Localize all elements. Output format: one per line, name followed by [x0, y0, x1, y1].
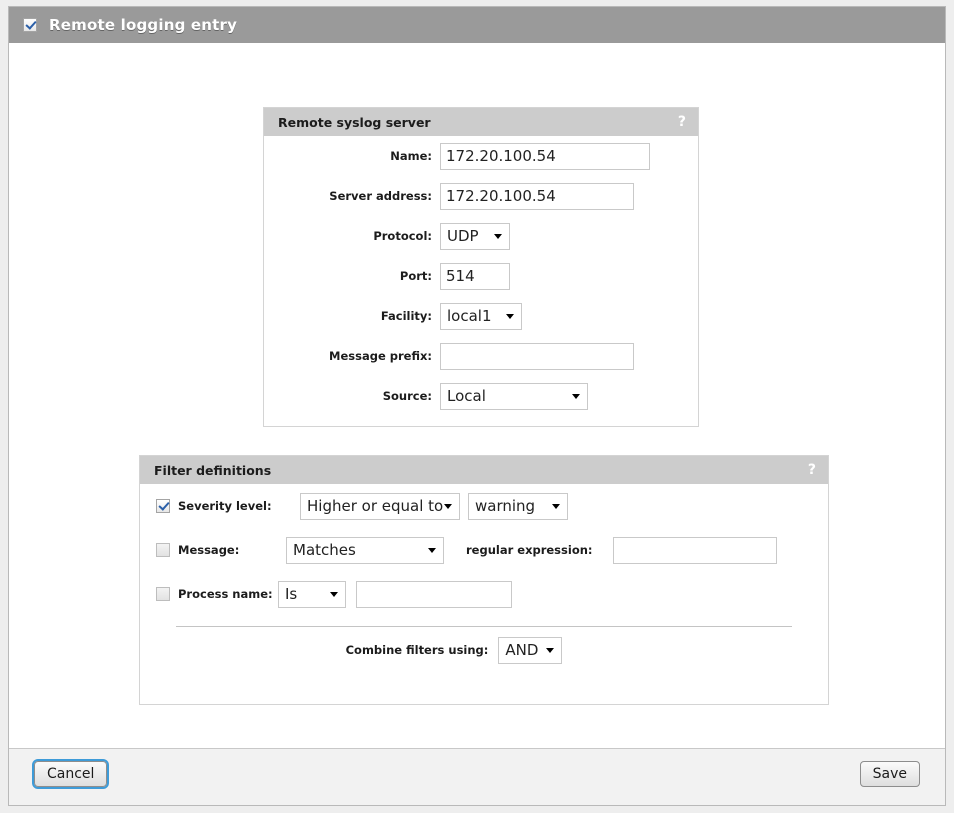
remote-logging-entry-window: Remote logging entry Remote syslog serve…: [8, 6, 946, 806]
cancel-button[interactable]: Cancel: [31, 758, 110, 790]
port-input[interactable]: [440, 262, 510, 290]
save-button[interactable]: Save: [859, 761, 920, 788]
message-filter-label: Message:: [178, 543, 240, 557]
severity-operator-value: Higher or equal to: [307, 497, 444, 515]
process-name-operator-select[interactable]: Is: [278, 580, 346, 608]
port-label: Port:: [399, 269, 432, 283]
filter-panel-body: Severity level: Higher or equal to warni…: [140, 484, 828, 673]
field-row-server-address: Server address:: [264, 176, 698, 216]
protocol-select[interactable]: UDP: [440, 222, 510, 250]
syslog-panel-header: Remote syslog server ?: [264, 108, 698, 136]
source-value: Local: [447, 387, 486, 405]
window-titlebar: Remote logging entry: [9, 7, 945, 43]
message-operator-value: Matches: [293, 541, 356, 559]
filter-definitions-panel: Filter definitions ? Severity level: Hig…: [139, 455, 829, 705]
name-input[interactable]: [440, 142, 650, 170]
help-icon[interactable]: ?: [808, 463, 816, 477]
process-name-input[interactable]: [356, 580, 512, 608]
field-row-source: Source: Local: [264, 376, 698, 416]
field-row-facility: Facility: local1: [264, 296, 698, 336]
severity-value: warning: [475, 497, 536, 515]
syslog-panel-body: Name: Server address: Protocol: UDP Port…: [264, 136, 698, 416]
filter-row-process-name: Process name: Is: [140, 572, 828, 616]
severity-value-select[interactable]: warning: [468, 492, 568, 520]
help-icon[interactable]: ?: [678, 115, 686, 129]
dialog-footer: Cancel Save: [9, 749, 945, 805]
name-label: Name:: [390, 149, 432, 163]
message-prefix-label: Message prefix:: [329, 349, 432, 363]
filter-panel-title: Filter definitions: [154, 462, 272, 478]
window-title: Remote logging entry: [49, 16, 238, 34]
source-label: Source:: [382, 389, 432, 403]
severity-level-label: Severity level:: [178, 499, 272, 513]
combine-filters-select[interactable]: AND: [498, 636, 563, 664]
severity-operator-select[interactable]: Higher or equal to: [300, 492, 460, 520]
field-row-message-prefix: Message prefix:: [264, 336, 698, 376]
process-name-filter-checkbox[interactable]: [156, 587, 170, 601]
combine-filters-value: AND: [505, 641, 539, 659]
message-prefix-input[interactable]: [440, 342, 634, 370]
field-row-protocol: Protocol: UDP: [264, 216, 698, 256]
server-address-label: Server address:: [329, 189, 432, 203]
filter-panel-header: Filter definitions ?: [140, 456, 828, 484]
combine-filters-row: Combine filters using: AND: [140, 627, 828, 673]
field-row-port: Port:: [264, 256, 698, 296]
regular-expression-input[interactable]: [612, 536, 777, 564]
field-row-name: Name:: [264, 136, 698, 176]
facility-value: local1: [447, 307, 492, 325]
severity-level-checkbox[interactable]: [156, 499, 170, 513]
message-operator-select[interactable]: Matches: [286, 536, 444, 564]
protocol-label: Protocol:: [373, 229, 432, 243]
process-name-operator-value: Is: [285, 585, 298, 603]
filter-row-severity: Severity level: Higher or equal to warni…: [140, 484, 828, 528]
enable-entry-checkbox[interactable]: [23, 18, 37, 32]
combine-filters-label: Combine filters using:: [345, 643, 489, 657]
server-address-input[interactable]: [440, 182, 634, 210]
source-select[interactable]: Local: [440, 382, 588, 410]
message-filter-checkbox[interactable]: [156, 543, 170, 557]
facility-select[interactable]: local1: [440, 302, 522, 330]
regular-expression-label: regular expression:: [466, 543, 593, 557]
protocol-value: UDP: [447, 227, 479, 245]
filter-row-message: Message: Matches regular expression:: [140, 528, 828, 572]
syslog-panel-title: Remote syslog server: [278, 114, 431, 130]
remote-syslog-server-panel: Remote syslog server ? Name: Server addr…: [263, 107, 699, 427]
facility-label: Facility:: [380, 309, 432, 323]
